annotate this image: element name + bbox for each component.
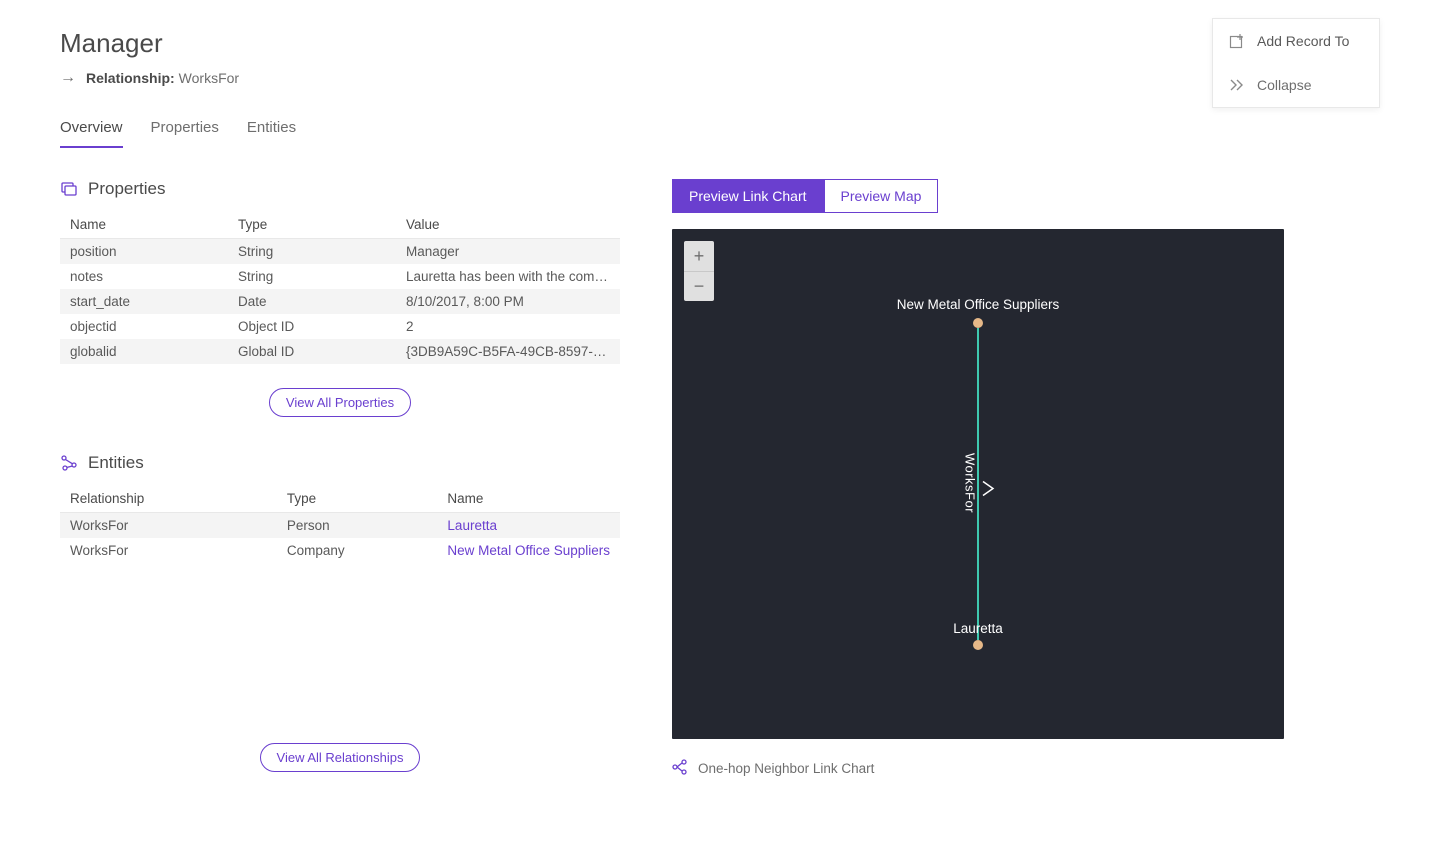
table-row: start_date Date 8/10/2017, 8:00 PM [60, 289, 620, 314]
preview-link-chart-tab[interactable]: Preview Link Chart [672, 179, 824, 213]
menu-add-record-to[interactable]: Add Record To [1213, 19, 1379, 63]
col-type: Type [277, 485, 438, 513]
table-row: globalid Global ID {3DB9A59C-B5FA-49CB-8… [60, 339, 620, 364]
action-menu: Add Record To Collapse [1212, 18, 1380, 108]
zoom-controls: + − [684, 241, 714, 301]
breadcrumb-label: Relationship: [86, 70, 175, 86]
node-label-top: New Metal Office Suppliers [897, 297, 1060, 312]
table-row: position String Manager [60, 239, 620, 265]
tab-entities[interactable]: Entities [247, 113, 296, 148]
tab-overview[interactable]: Overview [60, 113, 123, 148]
node-dot-bottom[interactable] [973, 640, 983, 650]
collapse-icon [1229, 77, 1245, 93]
chart-footer: One-hop Neighbor Link Chart [672, 759, 1392, 778]
relationship-arrow-icon: → [60, 69, 76, 87]
add-record-icon [1229, 33, 1245, 49]
link-chart-icon [672, 759, 688, 778]
link-chart-canvas[interactable]: + − New Metal Office Suppliers WorksFor … [672, 229, 1284, 739]
entities-icon [60, 454, 78, 472]
table-row: notes String Lauretta has been with the … [60, 264, 620, 289]
preview-map-tab[interactable]: Preview Map [824, 179, 939, 213]
breadcrumb-value: WorksFor [179, 70, 239, 86]
entities-heading: Entities [88, 453, 144, 473]
page-title: Manager [60, 28, 1392, 59]
view-all-properties-button[interactable]: View All Properties [269, 388, 411, 417]
tab-properties[interactable]: Properties [151, 113, 219, 148]
chart-footer-text: One-hop Neighbor Link Chart [698, 761, 874, 776]
properties-icon [60, 180, 78, 198]
menu-collapse[interactable]: Collapse [1213, 63, 1379, 107]
col-rel: Relationship [60, 485, 277, 513]
edge-arrow-icon [981, 480, 995, 503]
col-name: Name [437, 485, 620, 513]
nav-tabs: Overview Properties Entities [60, 113, 1392, 149]
node-dot-top[interactable] [973, 318, 983, 328]
properties-table: Name Type Value position String Manager … [60, 211, 620, 364]
col-type: Type [228, 211, 396, 239]
entities-table: Relationship Type Name WorksFor Person L… [60, 485, 620, 563]
col-name: Name [60, 211, 228, 239]
table-row: WorksFor Person Lauretta [60, 513, 620, 539]
properties-heading: Properties [88, 179, 165, 199]
menu-add-label: Add Record To [1257, 33, 1349, 49]
table-row: objectid Object ID 2 [60, 314, 620, 339]
edge-label: WorksFor [963, 453, 978, 513]
menu-collapse-label: Collapse [1257, 77, 1311, 93]
col-value: Value [396, 211, 620, 239]
node-label-bottom: Lauretta [953, 621, 1003, 636]
table-row: WorksFor Company New Metal Office Suppli… [60, 538, 620, 563]
preview-tabs: Preview Link Chart Preview Map [672, 179, 938, 213]
zoom-in-button[interactable]: + [684, 241, 714, 271]
breadcrumb: → Relationship: WorksFor [60, 69, 1392, 87]
view-all-relationships-button[interactable]: View All Relationships [260, 743, 421, 772]
entity-link-company[interactable]: New Metal Office Suppliers [437, 538, 620, 563]
zoom-out-button[interactable]: − [684, 271, 714, 301]
entity-link-lauretta[interactable]: Lauretta [437, 513, 620, 539]
